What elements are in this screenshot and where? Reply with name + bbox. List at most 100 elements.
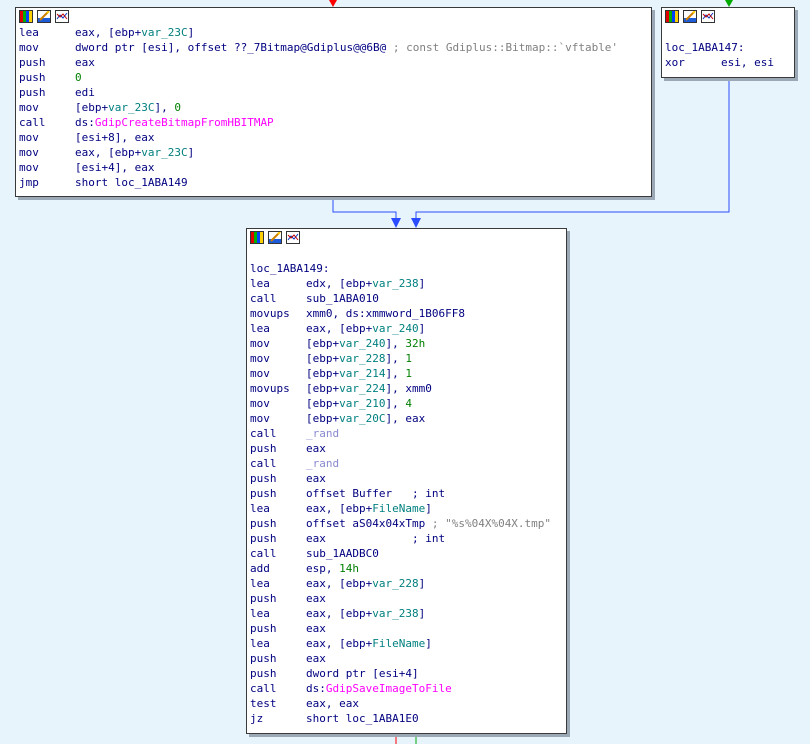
graph-overview-icon[interactable] [55,10,69,23]
variable-operand[interactable]: var_238 [372,276,418,291]
mnemonic: lea [250,277,270,290]
mnemonic: mov [250,352,270,365]
library-call-operand[interactable]: _rand [306,456,339,471]
instruction-line[interactable]: call ds: GdipSaveImageToFile [250,681,566,696]
variable-operand[interactable]: var_23C [108,100,154,115]
mnemonic: push [250,487,277,500]
instruction-line[interactable]: mov [ebp+ var_210], 4 [250,396,566,411]
variable-operand[interactable]: var_23C [141,145,187,160]
instruction-line[interactable]: lea eax, [ebp+ var_238] [250,606,566,621]
variable-operand[interactable]: var_210 [339,396,385,411]
edit-pencil-icon[interactable] [37,10,51,23]
operand: [ebp+ [306,412,340,425]
instruction-line[interactable]: mov [ebp+ var_240], 32h [250,336,566,351]
code-label[interactable]: loc_1ABA149: [250,261,566,276]
instruction-line[interactable]: lea eax, [ebp+ var_23C] [19,25,651,40]
instruction-line[interactable]: lea eax, [ebp+ FileName] [250,501,566,516]
color-palette-icon[interactable] [250,231,264,244]
variable-operand[interactable]: var_228 [372,576,418,591]
instruction-line[interactable]: push eax [250,651,566,666]
instruction-line[interactable]: push dword ptr [esi+4] [250,666,566,681]
instruction-line[interactable]: mov [ebp+ var_20C], eax [250,411,566,426]
variable-operand[interactable]: var_20C [339,411,385,426]
variable-operand[interactable]: var_23C [141,25,187,40]
numeric-operand: 0 [174,101,181,114]
instruction-line[interactable]: mov dword ptr [esi], offset ??_7Bitmap@Gd… [19,40,651,55]
code-label[interactable]: loc_1ABA147: [665,40,794,55]
instruction-line[interactable]: call sub_1AADBC0 [250,546,566,561]
code-block-top-left[interactable]: lea eax, [ebp+ var_23C] mov dword ptr [esi],… [15,7,652,197]
variable-operand[interactable]: FileName [372,636,425,651]
edge-left-to-main [332,196,397,222]
numeric-operand: 1 [405,352,412,365]
mnemonic: push [250,652,277,665]
instruction-line[interactable]: mov [ebp+ var_214], 1 [250,366,566,381]
operand: ] [418,277,426,290]
instruction-line[interactable]: push eax [250,471,566,486]
instruction-line[interactable]: call _rand [250,426,566,441]
instruction-line[interactable]: push edi [19,85,651,100]
variable-operand[interactable]: var_238 [372,606,418,621]
operand: ] [418,607,426,620]
instruction-line[interactable]: push eax [250,441,566,456]
instruction-line[interactable]: push eax [19,55,651,70]
operand: short loc_1ABA1E0 [306,712,419,725]
mnemonic: movups [250,307,290,320]
edit-pencil-icon[interactable] [268,231,282,244]
instruction-line[interactable]: lea eax, [ebp+ var_240] [250,321,566,336]
import-operand[interactable]: GdipCreateBitmapFromHBITMAP [95,115,274,130]
instruction-line[interactable]: push offset aS04x04xTmp ; "%s%04X%04X.tmp… [250,516,566,531]
color-palette-icon[interactable] [19,10,33,23]
instruction-line[interactable]: lea eax, [ebp+ FileName] [250,636,566,651]
library-call-operand[interactable]: _rand [306,426,339,441]
instruction-line[interactable]: mov [ebp+ var_228], 1 [250,351,566,366]
operand: ] [425,502,432,515]
instruction-line[interactable]: xor esi, esi [665,55,794,70]
graph-overview-icon[interactable] [286,231,300,244]
edit-pencil-icon[interactable] [683,10,697,23]
instruction-line[interactable]: jmp short loc_1ABA149 [19,175,651,190]
variable-operand[interactable]: var_214 [339,366,385,381]
comment: ; const Gdiplus::Bitmap::`vftable' [386,41,619,54]
instruction-line[interactable]: mov [esi+8], eax [19,130,651,145]
variable-operand[interactable]: var_228 [339,351,385,366]
operand: ] [418,322,426,335]
instruction-line[interactable]: call _rand [250,456,566,471]
instruction-line[interactable]: movups [ebp+ var_224], xmm0 [250,381,566,396]
code-block-main[interactable]: loc_1ABA149: lea edx, [ebp+ var_238] call sub… [246,228,567,734]
instruction-line[interactable]: mov eax, [ebp+ var_23C] [19,145,651,160]
instruction-line[interactable]: push offset Buffer ; int [250,486,566,501]
operand: eax, [ebp+ [306,637,373,650]
color-palette-icon[interactable] [665,10,679,23]
variable-operand[interactable]: var_240 [372,321,418,336]
operand: eax [306,442,326,455]
instruction-line[interactable]: mov [esi+4], eax [19,160,651,175]
import-operand[interactable]: GdipSaveImageToFile [326,681,452,696]
instruction-line[interactable]: mov [ebp+ var_23C], 0 [19,100,651,115]
instruction-line[interactable]: call sub_1ABA010 [250,291,566,306]
instruction-line[interactable]: push eax ; int [250,531,566,546]
operand: ], [385,337,406,350]
variable-operand[interactable]: var_224 [339,381,385,396]
instruction-line[interactable]: lea eax, [ebp+ var_228] [250,576,566,591]
instruction-line[interactable]: jz short loc_1ABA1E0 [250,711,566,726]
instruction-line[interactable]: push eax [250,591,566,606]
instruction-line[interactable]: lea edx, [ebp+ var_238] [250,276,566,291]
instruction-line[interactable]: push eax [250,621,566,636]
operand: eax [306,622,326,635]
variable-operand[interactable]: FileName [372,501,425,516]
code-block-top-right[interactable]: loc_1ABA147: xor esi, esi [661,7,795,78]
block-code: loc_1ABA149: lea edx, [ebp+ var_238] call sub… [247,246,566,726]
mnemonic: jz [250,712,264,725]
variable-operand[interactable]: var_240 [339,336,385,351]
instruction-line[interactable]: movups xmm0, ds:xmmword_1B06FF8 [250,306,566,321]
instruction-line[interactable]: call ds: GdipCreateBitmapFromHBITMAP [19,115,651,130]
graph-overview-icon[interactable] [701,10,715,23]
mnemonic: mov [19,146,39,159]
mnemonic: call [250,547,277,560]
operand: ], eax [385,412,426,425]
instruction-line[interactable]: test eax, eax [250,696,566,711]
instruction-line[interactable]: push 0 [19,70,651,85]
instruction-line[interactable]: add esp, 14h [250,561,566,576]
